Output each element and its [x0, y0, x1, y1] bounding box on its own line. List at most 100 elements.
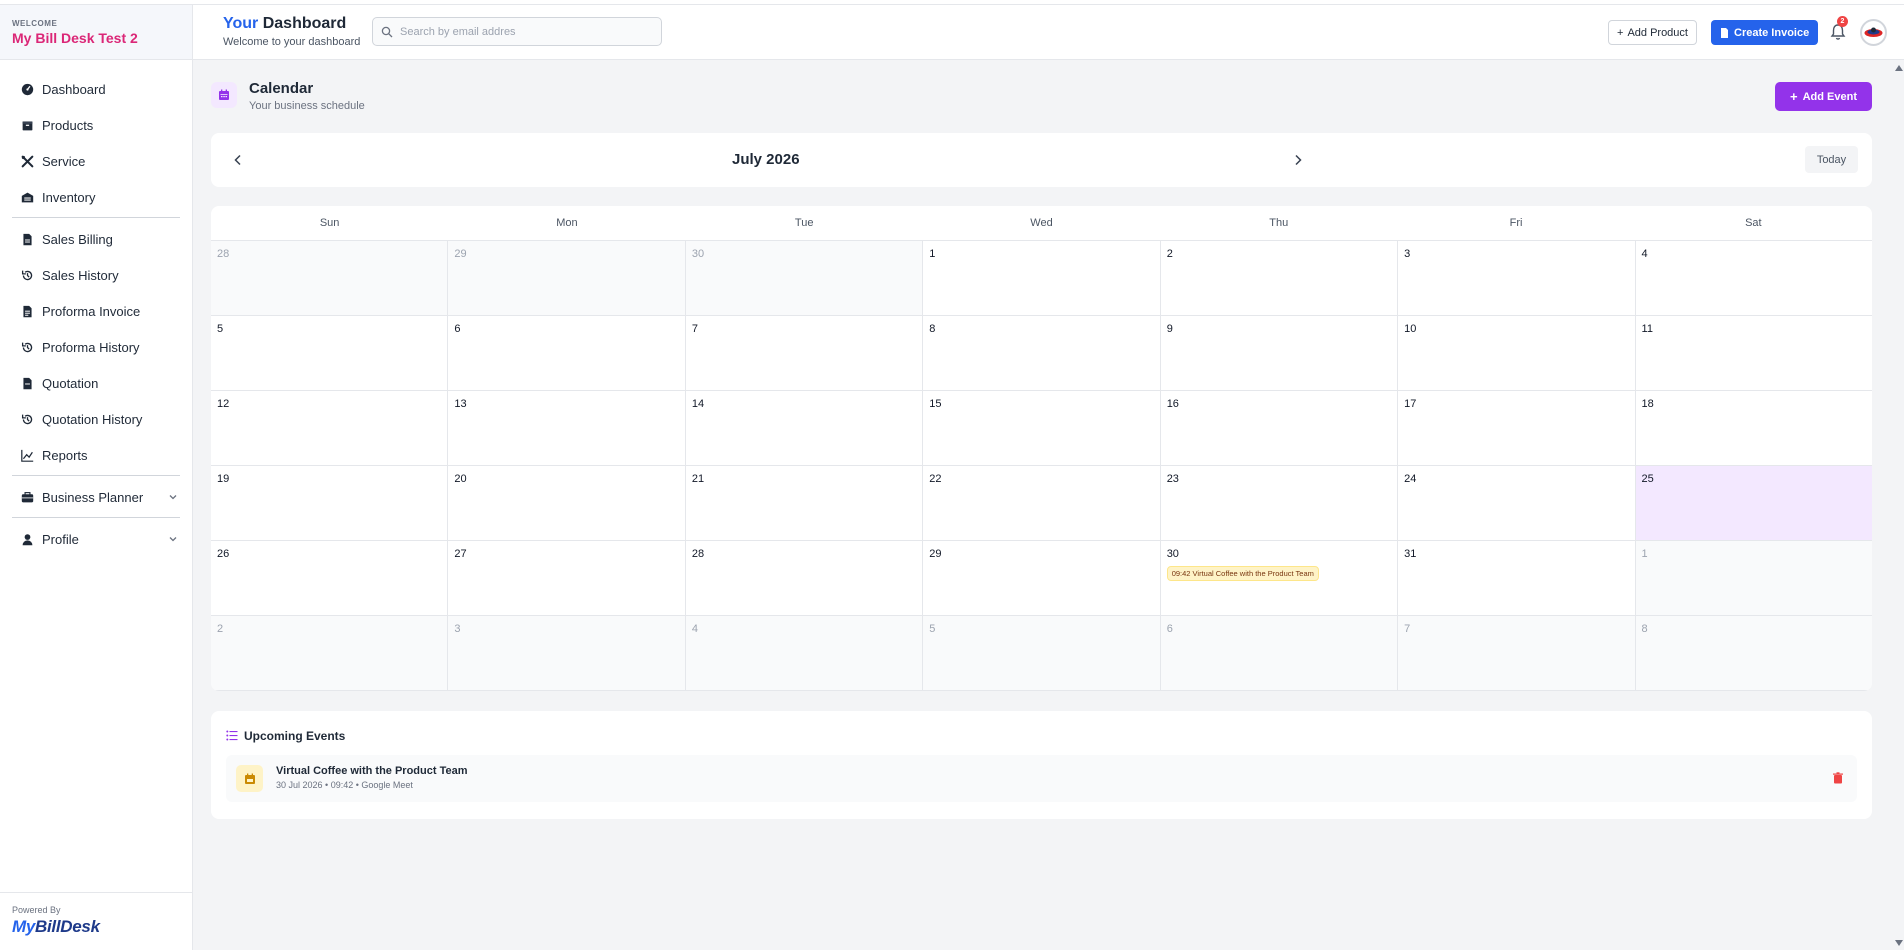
sidebar-item-label: Profile	[42, 531, 79, 547]
calendar-day-cell[interactable]: 17	[1398, 391, 1636, 465]
calendar-icon	[211, 82, 237, 108]
calendar-day-cell[interactable]: 14	[686, 391, 924, 465]
avatar[interactable]	[1860, 19, 1887, 46]
sidebar-item-quotation-history[interactable]: Quotation History	[0, 401, 192, 437]
calendar-day-cell[interactable]: 19	[211, 466, 449, 540]
calendar-day-cell[interactable]: 28	[686, 541, 924, 615]
page-subtitle: Your business schedule	[249, 100, 365, 112]
calendar-day-cell[interactable]: 27	[448, 541, 686, 615]
header-subtitle: Welcome to your dashboard	[223, 36, 361, 48]
weekday-label: Thu	[1269, 217, 1289, 229]
history-icon	[20, 412, 34, 426]
warehouse-icon	[20, 190, 34, 204]
calendar-day-cell[interactable]: 28	[211, 241, 449, 315]
sidebar-item-business-planner[interactable]: Business Planner	[0, 479, 192, 515]
calendar-day-cell[interactable]: 29	[448, 241, 686, 315]
previous-month-button[interactable]	[228, 150, 248, 170]
day-number: 16	[1166, 398, 1179, 410]
sidebar-item-proforma-invoice[interactable]: Proforma Invoice	[0, 293, 192, 329]
sidebar-item-sales-history[interactable]: Sales History	[0, 257, 192, 293]
calendar-day-cell[interactable]: 30 09:42 Virtual Coffee with the Product …	[1161, 541, 1399, 615]
day-number: 9	[1166, 323, 1173, 335]
add-event-button[interactable]: + Add Event	[1775, 82, 1872, 111]
chevron-down-icon[interactable]	[168, 534, 178, 544]
day-number: 12	[217, 398, 230, 410]
sidebar-item-dashboard[interactable]: Dashboard	[0, 71, 192, 107]
upcoming-event-item[interactable]: Virtual Coffee with the Product Team 30 …	[226, 755, 1857, 802]
scroll-down-arrow[interactable]	[1895, 940, 1903, 946]
day-number: 7	[691, 323, 698, 335]
calendar-day-cell[interactable]: 1	[923, 241, 1161, 315]
calendar-day-cell[interactable]: 10	[1398, 316, 1636, 390]
calendar-day-cell[interactable]: 21	[686, 466, 924, 540]
calendar-day-cell[interactable]: 6	[1160, 616, 1399, 690]
calendar-day-cell-today[interactable]: 25	[1635, 466, 1872, 540]
upcoming-events-title: Upcoming Events	[244, 729, 346, 743]
trash-icon[interactable]	[1832, 772, 1844, 784]
calendar-day-cell[interactable]: 9	[1161, 316, 1399, 390]
calendar-day-cell[interactable]: 20	[448, 466, 686, 540]
day-number: 28	[691, 548, 705, 560]
sidebar-item-profile[interactable]: Profile	[0, 521, 192, 557]
calendar-day-cell[interactable]: 11	[1636, 316, 1872, 390]
sidebar-item-products[interactable]: Products	[0, 107, 192, 143]
calendar-day-cell[interactable]: 4	[685, 616, 924, 690]
scroll-up-arrow[interactable]	[1895, 65, 1903, 71]
calendar-day-cell[interactable]: 8	[1635, 616, 1872, 690]
page-title: Calendar	[249, 80, 314, 97]
calendar-day-cell[interactable]: 3	[448, 616, 686, 690]
sidebar-item-label: Service	[42, 153, 86, 169]
calendar-day-cell[interactable]: 31	[1398, 541, 1636, 615]
day-number: 5	[929, 623, 936, 635]
month-label: July 2026	[732, 151, 800, 168]
search-box[interactable]	[372, 17, 662, 46]
today-button[interactable]: Today	[1805, 146, 1858, 173]
calendar-day-cell[interactable]: 30	[685, 241, 924, 315]
calendar-day-cell[interactable]: 1	[1635, 541, 1872, 615]
day-number: 20	[454, 473, 467, 485]
sidebar-item-sales-billing[interactable]: Sales Billing	[0, 221, 192, 257]
sidebar-item-reports[interactable]: Reports	[0, 437, 192, 473]
calendar-day-cell[interactable]: 26	[211, 541, 449, 615]
weekday-label: Tue	[794, 217, 814, 229]
calendar-day-cell[interactable]: 16	[1161, 391, 1399, 465]
page-scrollbar[interactable]	[1893, 60, 1904, 950]
sidebar-item-service[interactable]: Service	[0, 143, 192, 179]
sidebar-item-label: Inventory	[42, 189, 96, 205]
day-number: 26	[217, 548, 230, 560]
calendar-day-cell[interactable]: 23	[1161, 466, 1399, 540]
calendar-week-row: 12 13 14 15 16 17 18	[211, 391, 1872, 466]
sidebar-item-inventory[interactable]: Inventory	[0, 179, 192, 215]
calendar-day-cell[interactable]: 7	[1398, 616, 1636, 690]
create-invoice-button[interactable]: Create Invoice	[1711, 20, 1819, 45]
sidebar-item-label: Products	[42, 117, 94, 133]
add-product-button[interactable]: + Add Product	[1608, 20, 1697, 45]
calendar-day-cell[interactable]: 29	[923, 541, 1161, 615]
next-month-button[interactable]	[1288, 150, 1308, 170]
brand-block: WELCOME My Bill Desk Test 2	[0, 5, 192, 60]
calendar-day-cell[interactable]: 24	[1398, 466, 1636, 540]
calendar-day-cell[interactable]: 2	[211, 616, 449, 690]
calendar-day-cell[interactable]: 7	[686, 316, 924, 390]
calendar-day-cell[interactable]: 12	[211, 391, 449, 465]
calendar-day-cell[interactable]: 18	[1636, 391, 1872, 465]
sidebar-item-quotation[interactable]: Quotation	[0, 365, 192, 401]
calendar-day-cell[interactable]: 2	[1161, 241, 1399, 315]
calendar-day-cell[interactable]: 6	[448, 316, 686, 390]
calendar-day-cell[interactable]: 5	[923, 616, 1161, 690]
chevron-down-icon[interactable]	[168, 492, 178, 502]
nav-divider	[12, 217, 180, 218]
calendar-day-cell[interactable]: 13	[448, 391, 686, 465]
sidebar-nav: Dashboard Products Service Inventory Sal…	[0, 60, 192, 557]
calendar-day-cell[interactable]: 22	[923, 466, 1161, 540]
calendar-day-cell[interactable]: 15	[923, 391, 1161, 465]
sidebar-item-label: Sales History	[42, 267, 119, 283]
search-input[interactable]	[400, 25, 650, 38]
calendar-event-chip[interactable]: 09:42 Virtual Coffee with the Product Te…	[1166, 566, 1319, 581]
day-number: 17	[1404, 398, 1417, 410]
calendar-day-cell[interactable]: 5	[211, 316, 449, 390]
sidebar-item-proforma-history[interactable]: Proforma History	[0, 329, 192, 365]
calendar-day-cell[interactable]: 8	[923, 316, 1161, 390]
calendar-day-cell[interactable]: 4	[1636, 241, 1872, 315]
calendar-day-cell[interactable]: 3	[1398, 241, 1636, 315]
